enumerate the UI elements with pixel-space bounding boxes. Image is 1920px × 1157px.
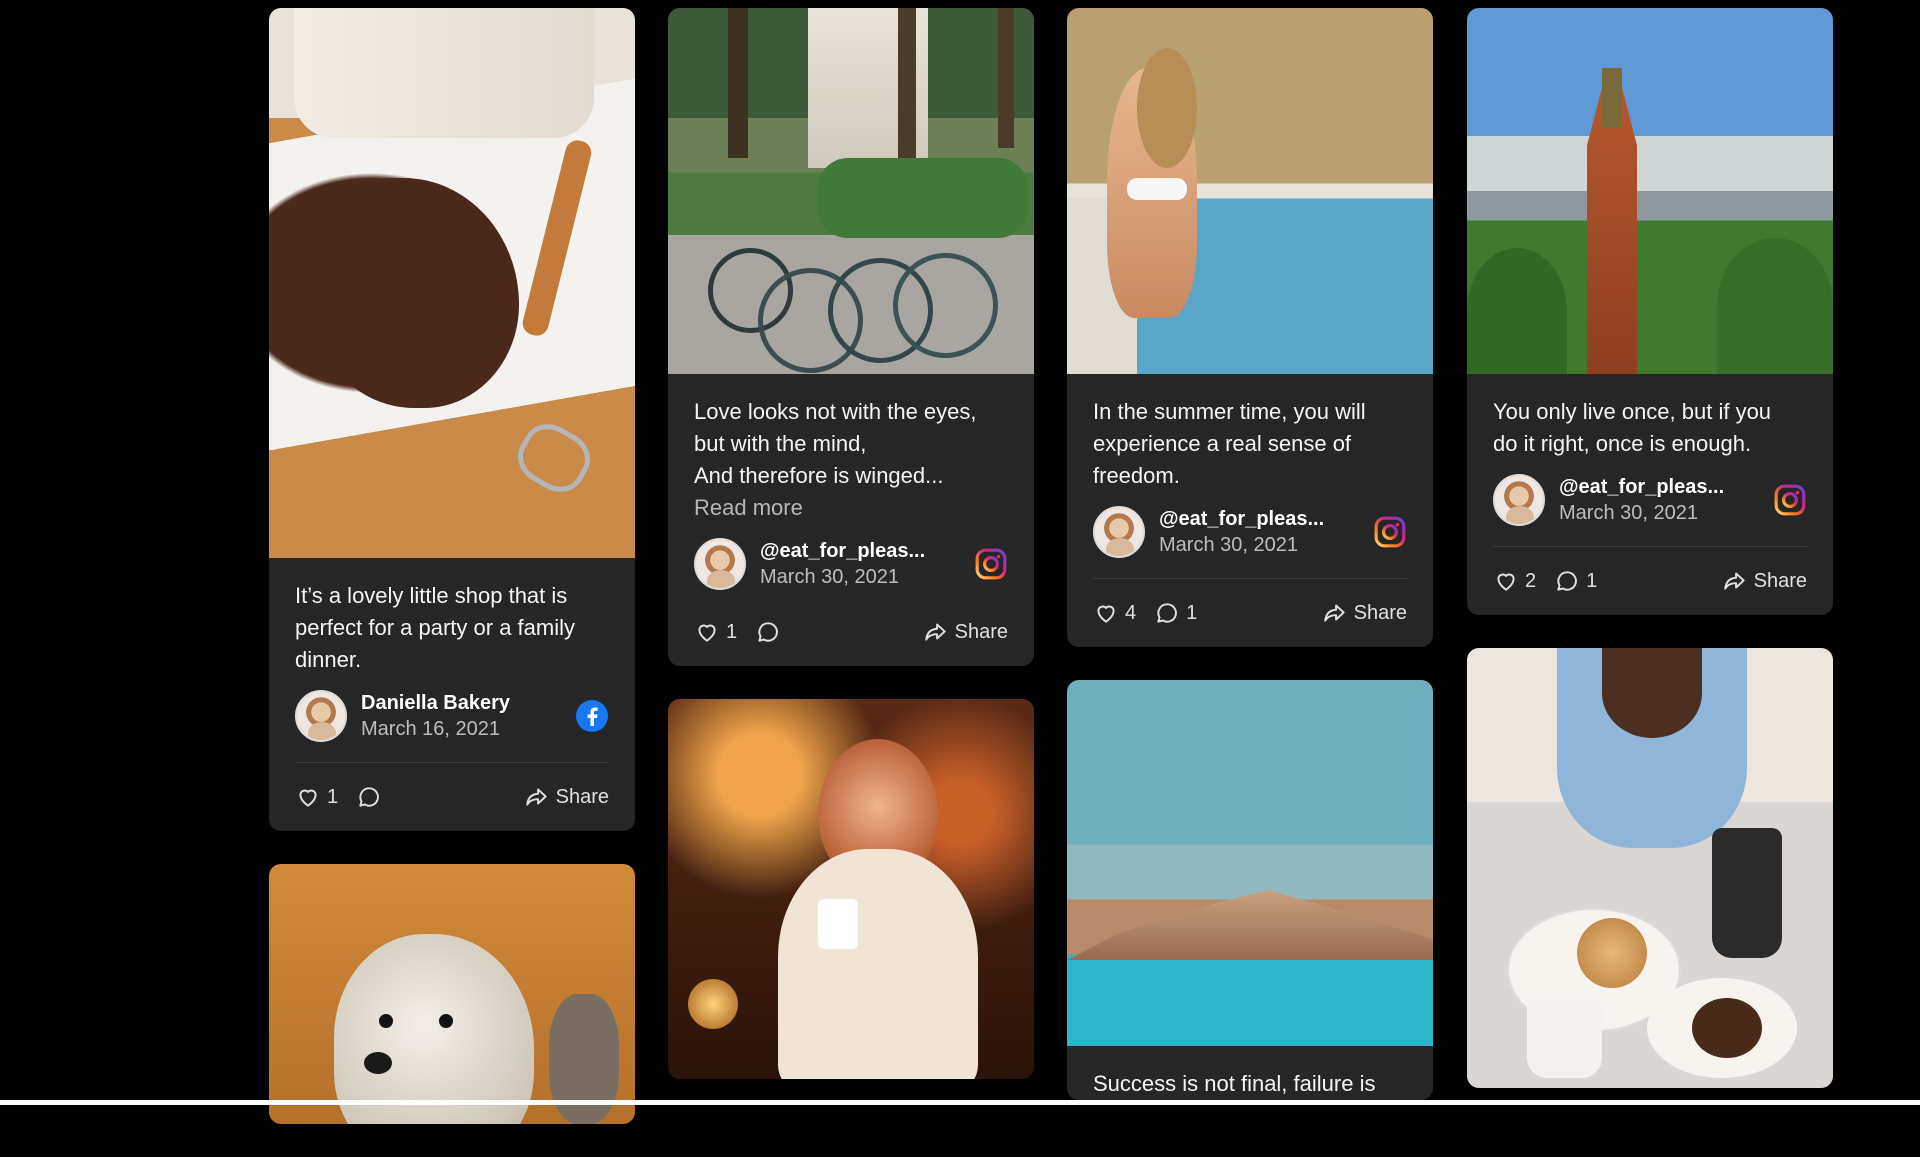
read-more-link[interactable]: Read more [694, 492, 1008, 524]
feed-column-1: It’s a lovely little shop that is perfec… [269, 8, 635, 1157]
post-author[interactable]: @eat_for_pleas... March 30, 2021 [1493, 472, 1807, 528]
like-count: 1 [327, 785, 339, 808]
comment-icon [1557, 571, 1578, 591]
post-author[interactable]: @eat_for_pleas... March 30, 2021 [694, 536, 1008, 592]
share-button[interactable]: Share [1722, 568, 1807, 594]
comment-icon [359, 787, 380, 807]
feed-column-3: In the summer time, you will experience … [1067, 8, 1433, 1133]
post-text: You only live once, but if you do it rig… [1493, 399, 1772, 456]
share-button[interactable]: Share [923, 619, 1008, 645]
like-button[interactable]: 1 [295, 784, 338, 810]
author-name[interactable]: Daniella Bakery [361, 690, 575, 716]
comment-button[interactable]: 1 [1554, 568, 1597, 594]
post-text: It’s a lovely little shop that is perfec… [295, 583, 575, 672]
share-icon [525, 788, 547, 806]
avatar[interactable] [694, 538, 746, 590]
post-text: Love looks not with the eyes, but with t… [694, 399, 977, 488]
instagram-icon[interactable] [974, 547, 1008, 581]
post-date: March 30, 2021 [1159, 534, 1298, 556]
post-photo-cafe-woman[interactable] [668, 699, 1034, 1079]
post-photo-pool[interactable] [1067, 8, 1433, 374]
comment-count: 1 [1186, 601, 1198, 624]
like-button[interactable]: 4 [1093, 600, 1136, 626]
share-label: Share [555, 785, 609, 808]
facebook-icon[interactable] [575, 699, 609, 733]
share-label: Share [1353, 601, 1407, 624]
feed-column-4: You only live once, but if you do it rig… [1467, 8, 1833, 1121]
post-text: Success is not final, failure is [1093, 1071, 1376, 1096]
feed-column-2: Love looks not with the eyes, but with t… [668, 8, 1034, 1112]
post-actions: 2 1 Share [1493, 547, 1807, 615]
comment-count: 1 [1586, 569, 1598, 592]
share-icon [924, 623, 946, 641]
post-photo-tower[interactable] [1467, 8, 1833, 374]
post-date: March 30, 2021 [760, 566, 899, 588]
post-photo-baking[interactable] [269, 8, 635, 558]
post-photo-dog[interactable] [269, 864, 635, 1124]
comment-button[interactable] [356, 784, 388, 810]
comment-button[interactable]: 1 [1154, 600, 1197, 626]
avatar[interactable] [295, 690, 347, 742]
avatar[interactable] [1493, 474, 1545, 526]
post-photo-coastal-town[interactable] [1067, 680, 1433, 1046]
share-icon [1323, 604, 1345, 622]
like-count: 4 [1125, 601, 1137, 624]
post-card[interactable]: You only live once, but if you do it rig… [1467, 8, 1833, 615]
like-count: 1 [726, 620, 738, 643]
author-name[interactable]: @eat_for_pleas... [760, 538, 974, 564]
instagram-icon[interactable] [1773, 483, 1807, 517]
heart-icon [1097, 605, 1115, 623]
instagram-icon[interactable] [1373, 515, 1407, 549]
post-actions: 1 Share [295, 763, 609, 831]
post-author[interactable]: Daniella Bakery March 16, 2021 [295, 688, 609, 744]
post-photo-bicycles[interactable] [668, 8, 1034, 374]
post-card[interactable]: Love looks not with the eyes, but with t… [668, 8, 1034, 666]
post-date: March 30, 2021 [1559, 502, 1698, 524]
share-icon [1723, 572, 1745, 590]
share-button[interactable]: Share [524, 784, 609, 810]
post-author[interactable]: @eat_for_pleas... March 30, 2021 [1093, 504, 1407, 560]
author-name[interactable]: @eat_for_pleas... [1159, 506, 1373, 532]
comment-icon [758, 622, 779, 642]
post-actions: 1 Share [694, 598, 1008, 666]
post-card[interactable]: It’s a lovely little shop that is perfec… [269, 8, 635, 831]
bottom-strip [0, 1100, 1920, 1105]
heart-icon [1497, 573, 1515, 591]
post-photo-breakfast[interactable] [1467, 648, 1833, 1088]
like-button[interactable]: 2 [1493, 568, 1536, 594]
post-card[interactable] [668, 699, 1034, 1079]
author-name[interactable]: @eat_for_pleas... [1559, 474, 1773, 500]
comment-icon [1157, 603, 1178, 623]
post-card[interactable]: Success is not final, failure is [1067, 680, 1433, 1100]
share-label: Share [954, 620, 1008, 643]
heart-icon [299, 789, 317, 807]
comment-button[interactable] [755, 619, 787, 645]
heart-icon [698, 624, 716, 642]
post-card[interactable] [1467, 648, 1833, 1088]
post-text: In the summer time, you will experience … [1093, 399, 1366, 488]
post-actions: 4 1 Share [1093, 579, 1407, 647]
post-card[interactable] [269, 864, 635, 1124]
share-label: Share [1753, 569, 1807, 592]
like-count: 2 [1525, 569, 1537, 592]
post-card[interactable]: In the summer time, you will experience … [1067, 8, 1433, 647]
avatar[interactable] [1093, 506, 1145, 558]
like-button[interactable]: 1 [694, 619, 737, 645]
post-date: March 16, 2021 [361, 718, 500, 740]
share-button[interactable]: Share [1322, 600, 1407, 626]
